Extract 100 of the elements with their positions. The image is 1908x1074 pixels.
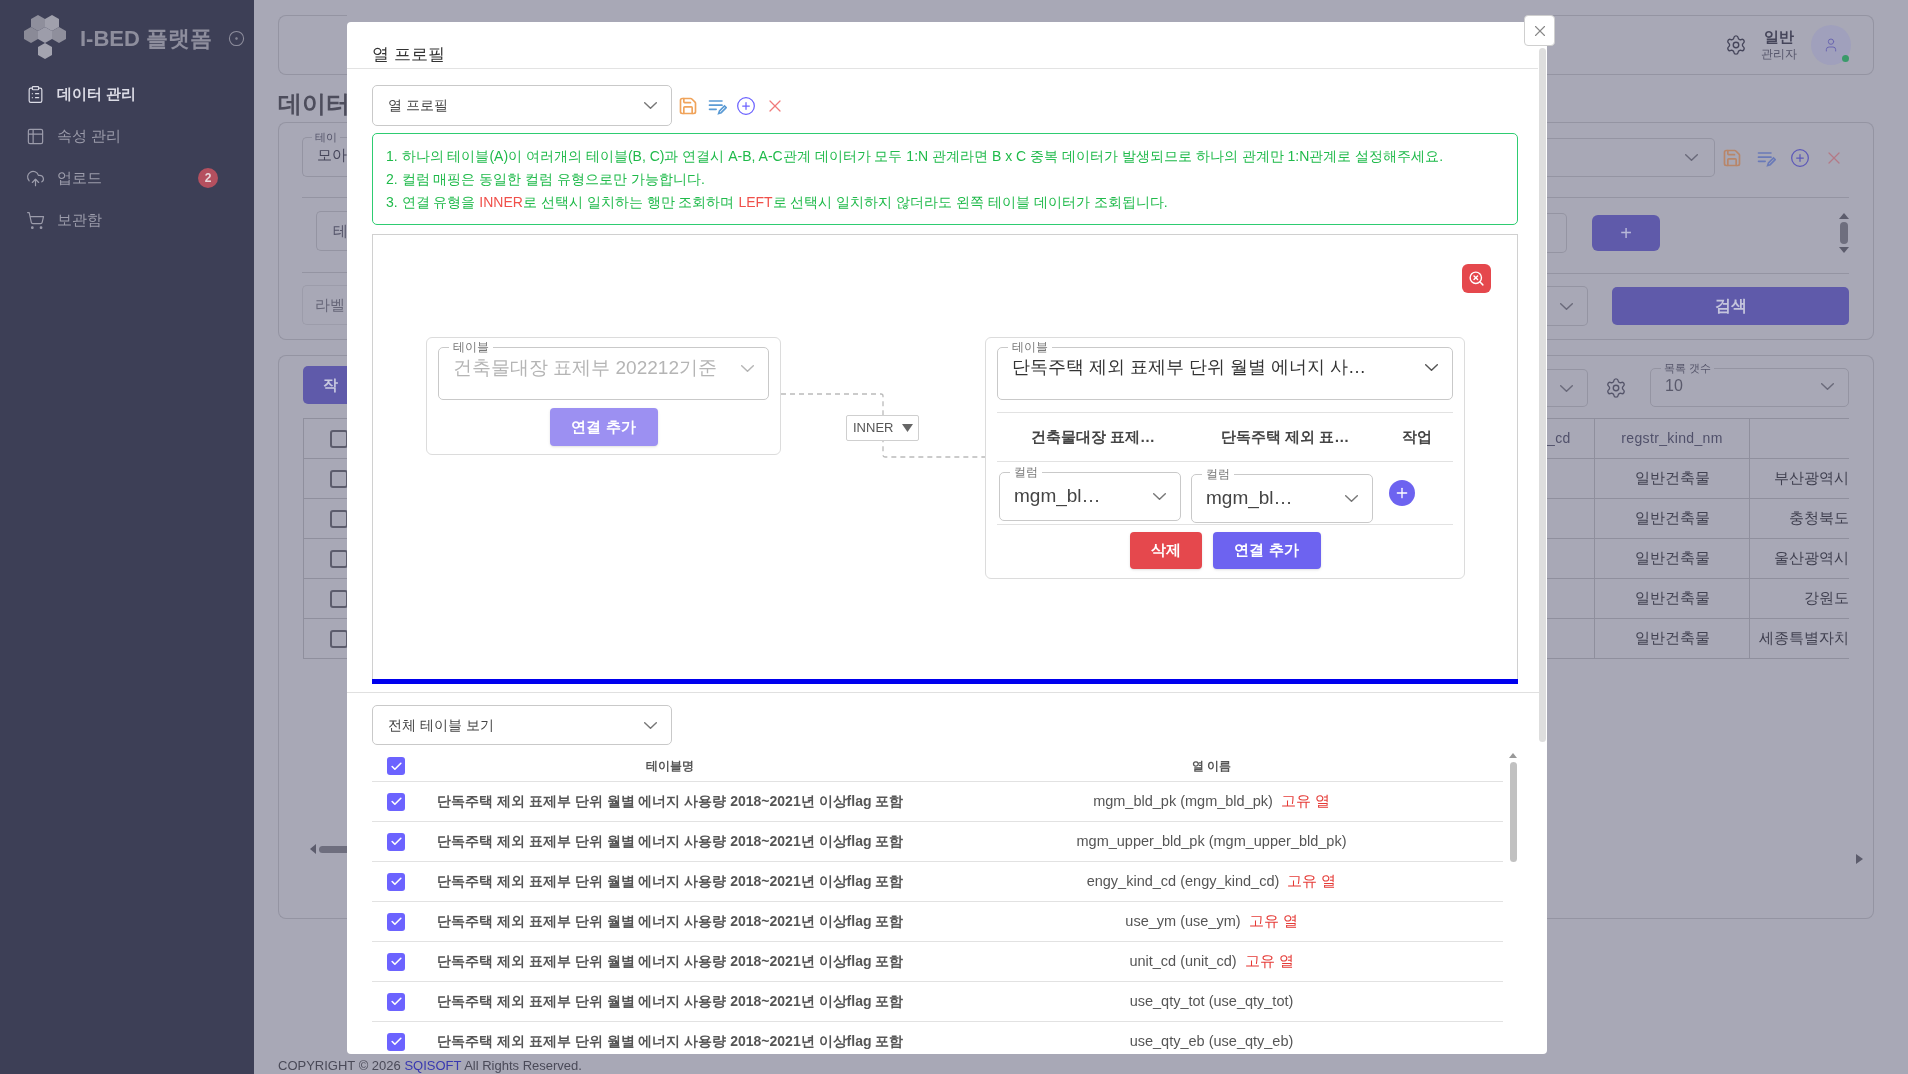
- table-cell-text: 단독주택 제외 표제부 단위 월별 에너지 사용량 2018~2021년 이상flag 포함: [436, 792, 905, 811]
- table-cell-text: 세종특별자치: [1758, 628, 1849, 649]
- horizontal-scrollbar[interactable]: [310, 844, 347, 854]
- check-icon: [389, 995, 403, 1008]
- check-icon: [389, 795, 403, 808]
- checkbox[interactable]: [387, 912, 405, 931]
- table-select[interactable]: 테이블 단독주택 제외 표제부 단위 월별 에너지 사…: [997, 340, 1453, 400]
- add-link-button[interactable]: 연결 추가: [1212, 532, 1321, 569]
- checkbox[interactable]: [387, 872, 405, 891]
- column-header: 테이블명: [645, 758, 695, 775]
- search-button[interactable]: 검색: [1612, 287, 1849, 325]
- table-cell-text: 단독주택 제외 표제부 단위 월별 에너지 사용량 2018~2021년 이상flag 포함: [436, 1032, 905, 1051]
- chevron-icon: [1560, 384, 1573, 392]
- scroll-right-icon[interactable]: [1856, 854, 1863, 864]
- notice-line: 1. 하나의 테이블(A)이 여러개의 테이블(B, C)과 연결시 A-B, A-C관계 데이터가 모두 1:N 관계라면 B x C 중복 데이터가 발생되므로 하나의 관계만 1:N관계로 설정해주세요.: [386, 147, 1445, 166]
- notice-line: 3. 연결 유형을 INNER로 선택시 일치하는 행만 조회하며 LEFT로 선택시 일치하지 않더라도 왼쪽 테이블 데이터가 조회됩니다.: [386, 193, 1169, 212]
- chevron-icon: [644, 102, 657, 109]
- checkbox[interactable]: [387, 1032, 405, 1051]
- checkbox[interactable]: [387, 952, 405, 971]
- table-node[interactable]: 테이블 단독주택 제외 표제부 단위 월별 에너지 사… 건축물대장 표제… 단독주택 제외 표… 작업 컬럼 mgm_bl… 컬럼 mgm_bl… 삭제 연결 추가: [985, 337, 1465, 579]
- add-icon[interactable]: [1790, 147, 1810, 168]
- table-cell-text: engy_kind_cd (engy_kind_cd): [1086, 871, 1280, 891]
- settings-icon[interactable]: [1605, 377, 1627, 399]
- chevron-icon: [1685, 154, 1698, 161]
- table-cell: 일반건축물: [1595, 499, 1750, 538]
- join-type-select[interactable]: INNER: [846, 415, 919, 441]
- unique-tag: 고유 열: [1244, 950, 1294, 973]
- table-cell-text: use_qty_eb (use_qty_eb): [1129, 1031, 1294, 1051]
- checkbox[interactable]: [387, 792, 405, 811]
- column-select[interactable]: 컬럼 mgm_bl…: [999, 465, 1181, 521]
- table-cell: 일반건축물: [1595, 539, 1750, 578]
- table-cell-text: use_ym (use_ym): [1125, 911, 1241, 931]
- column-header: 단독주택 제외 표…: [1219, 426, 1351, 447]
- checkbox[interactable]: [387, 757, 405, 775]
- save-icon[interactable]: [678, 95, 698, 116]
- table-cell-text: 단독주택 제외 표제부 단위 월별 에너지 사용량 2018~2021년 이상flag 포함: [436, 952, 905, 971]
- notice-line: 2. 컬럼 매핑은 동일한 컬럼 유형으로만 가능합니다.: [386, 170, 706, 189]
- chevron-icon: [741, 364, 754, 372]
- column-header: 작업: [1401, 426, 1433, 447]
- table-cell-text: 단독주택 제외 표제부 단위 월별 에너지 사용량 2018~2021년 이상flag 포함: [436, 912, 905, 931]
- modal-title: 열 프로필: [372, 44, 445, 67]
- chevron-icon: [1560, 302, 1573, 310]
- delete-button[interactable]: 삭제: [1129, 532, 1202, 569]
- table-cell-text: mgm_bld_pk (mgm_bld_pk): [1093, 791, 1273, 811]
- sidebar-item[interactable]: 업로드 2: [0, 157, 254, 199]
- page-size-select[interactable]: 목록 갯수 10: [1650, 362, 1849, 407]
- column-select[interactable]: 컬럼 mgm_bl…: [1191, 467, 1373, 523]
- table-cell-text: 강원도: [1803, 588, 1849, 609]
- vertical-scrollbar[interactable]: [1839, 213, 1849, 253]
- copyright-text: COPYRIGHT © 2026 SQISOFT All Rights Reserved.: [277, 1058, 583, 1074]
- zoom-icon: [1468, 270, 1485, 287]
- add-icon[interactable]: [736, 95, 756, 116]
- chevron-icon: [1345, 495, 1358, 502]
- column-header: 열 이름: [1190, 758, 1233, 775]
- modal-scrollbar[interactable]: [1539, 48, 1546, 742]
- count-badge: 2: [198, 168, 218, 188]
- table-cell: 일반건축물: [1595, 619, 1750, 658]
- company-link[interactable]: SQISOFT: [404, 1058, 462, 1073]
- table-cell-text: 단독주택 제외 표제부 단위 월별 에너지 사용량 2018~2021년 이상flag 포함: [436, 832, 905, 851]
- plus-icon: [1394, 485, 1410, 501]
- menu-icon: [26, 84, 45, 104]
- unique-tag: 고유 열: [1287, 870, 1337, 893]
- close-button[interactable]: [1524, 15, 1555, 46]
- check-icon: [389, 1035, 403, 1048]
- table-cell: 일반건축물: [1595, 579, 1750, 618]
- check-icon: [389, 875, 403, 888]
- chevron-icon: [1821, 382, 1834, 390]
- reset-zoom-button[interactable]: [1462, 264, 1491, 293]
- sidebar-item[interactable]: 데이터 관리: [0, 73, 254, 115]
- action-button[interactable]: 작: [303, 366, 347, 404]
- checkbox[interactable]: [387, 832, 405, 851]
- table-cell: 일반건축물: [1595, 459, 1750, 498]
- checkbox[interactable]: [387, 992, 405, 1011]
- check-icon: [389, 955, 403, 968]
- add-button[interactable]: +: [1592, 215, 1660, 251]
- sidebar-item[interactable]: 보관함: [0, 199, 254, 241]
- table-cell-text: 단독주택 제외 표제부 단위 월별 에너지 사용량 2018~2021년 이상flag 포함: [436, 872, 905, 891]
- sidebar-item[interactable]: 속성 관리: [0, 115, 254, 157]
- settings-icon[interactable]: [1725, 34, 1747, 56]
- table-cell-text: 충청북도: [1788, 508, 1849, 529]
- select-field[interactable]: [1547, 138, 1715, 177]
- add-mapping-button[interactable]: [1389, 480, 1415, 506]
- column-header: regstr_kind_nm: [1595, 419, 1750, 458]
- table-cell-text: 단독주택 제외 표제부 단위 월별 에너지 사용량 2018~2021년 이상flag 포함: [436, 992, 905, 1011]
- table-cell-text: 부산광역시: [1773, 468, 1849, 489]
- table-cell-text: mgm_upper_bld_pk (mgm_upper_bld_pk): [1076, 831, 1347, 851]
- table-filter-select[interactable]: 전체 테이블 보기: [372, 705, 672, 745]
- chevron-icon: [1425, 364, 1438, 371]
- user-name: 일반: [1764, 28, 1794, 47]
- page-title: 데이터: [278, 89, 347, 119]
- check-icon: [389, 759, 403, 773]
- column-header: 건축물대장 표제…: [1029, 426, 1157, 447]
- chevron-icon: [1153, 493, 1166, 500]
- menu-icon: [26, 168, 45, 188]
- profile-select[interactable]: 열 프로필: [372, 85, 672, 126]
- table-cell-text: 울산광역시: [1773, 548, 1849, 569]
- pin-icon[interactable]: [228, 29, 245, 47]
- user-role: 관리자: [1761, 46, 1797, 62]
- brand-name: I-BED 플랫폼: [80, 24, 212, 53]
- chevron-icon: [644, 721, 657, 729]
